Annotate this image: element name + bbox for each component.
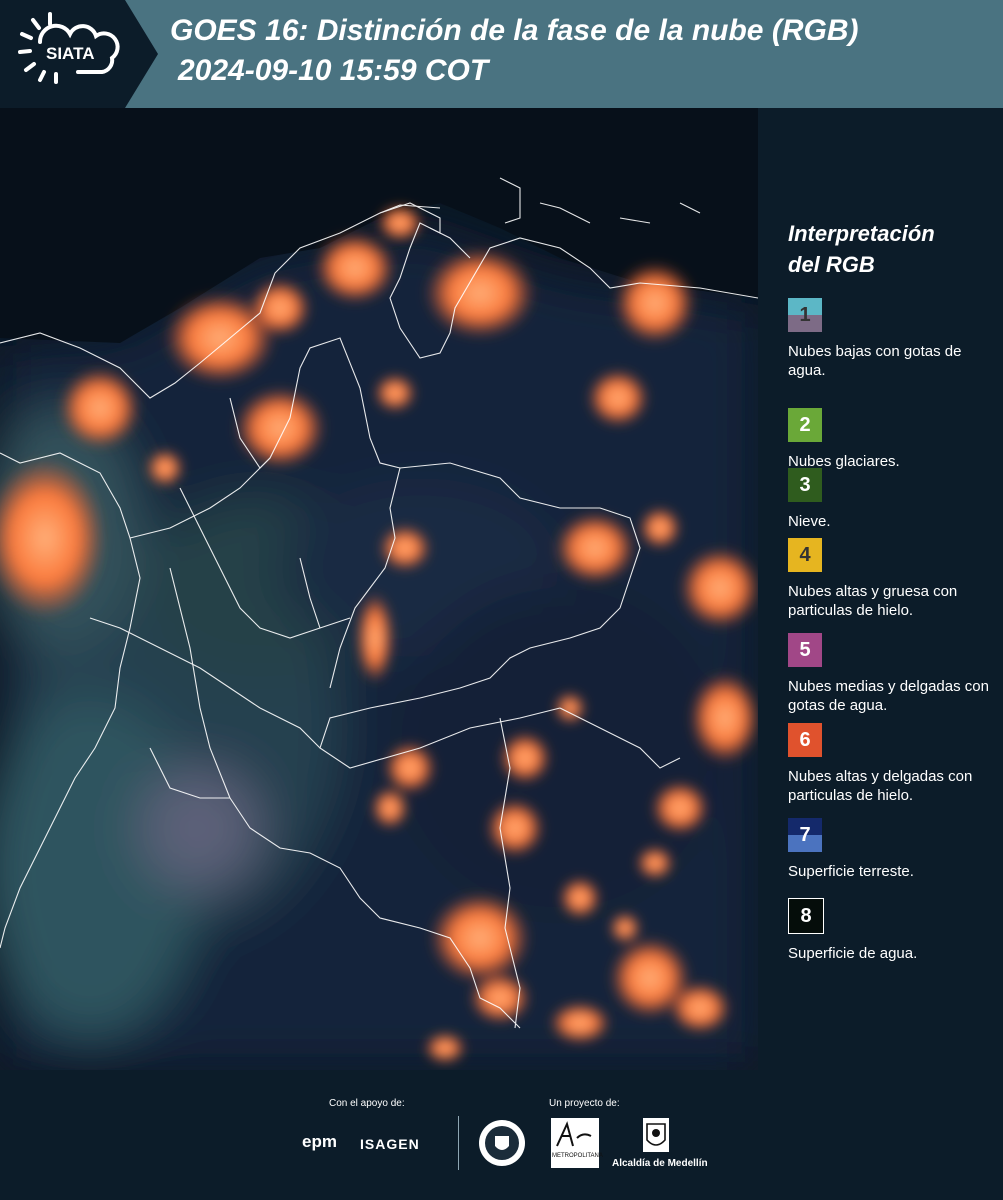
- epm-logo: epm: [302, 1132, 337, 1151]
- page-timestamp: 2024-09-10 15:59 COT: [178, 54, 489, 87]
- legend-number: 6: [799, 729, 811, 751]
- legend-label: Nubes altas y delgadas con particulas de…: [788, 768, 973, 804]
- legend-panel: Interpretación del RGB 1 Nubes bajas con …: [760, 108, 1003, 1070]
- legend-item: 1 Nubes bajas con gotas de agua.: [788, 298, 1003, 380]
- legend-label: Superficie terreste.: [788, 863, 914, 880]
- legend-swatch: 8: [788, 898, 824, 934]
- legend-label: Nubes bajas con gotas de agua.: [788, 343, 962, 379]
- legend-item: 7 Superficie terreste.: [788, 818, 1003, 881]
- legend-number: 2: [799, 414, 811, 436]
- isagen-logo: ISAGEN: [360, 1136, 420, 1152]
- header-bar: SIATA GOES 16: Distinción de la fase de …: [0, 0, 1003, 108]
- legend-item: 8 Superficie de agua.: [788, 898, 1003, 963]
- legend-number: 5: [799, 639, 811, 661]
- legend-swatch: 3: [788, 468, 822, 502]
- legend-swatch: 6: [788, 723, 822, 757]
- alcaldia-label: Alcaldía de Medellín: [612, 1158, 708, 1169]
- legend-swatch: 2: [788, 408, 822, 442]
- legend-number: 7: [799, 824, 811, 846]
- satellite-map: [0, 108, 758, 1070]
- legend-label: Superficie de agua.: [788, 945, 918, 962]
- alcaldia-shield-icon: [643, 1118, 669, 1152]
- legend-swatch: 7: [788, 818, 822, 852]
- legend-number: 4: [799, 544, 811, 566]
- legend-item: 2 Nubes glaciares.: [788, 408, 1003, 471]
- legend-title: Interpretación del RGB: [788, 221, 935, 277]
- legend-swatch: 1: [788, 298, 822, 332]
- legend-label: Nubes altas y gruesa con particulas de h…: [788, 583, 958, 619]
- legend-item: 4 Nubes altas y gruesa con particulas de …: [788, 538, 1003, 620]
- legend-label: Nubes medias y delgadas con gotas de agu…: [788, 678, 989, 714]
- footer-divider: [458, 1116, 459, 1170]
- page-title: GOES 16: Distinción de la fase de la nub…: [170, 14, 859, 47]
- legend-item: 5 Nubes medias y delgadas con gotas de ag…: [788, 633, 1003, 715]
- legend-number: 8: [800, 905, 812, 927]
- legend-swatch: 4: [788, 538, 822, 572]
- legend-swatch: 5: [788, 633, 822, 667]
- legend-number: 1: [799, 304, 811, 326]
- project-label: Un proyecto de:: [549, 1098, 620, 1109]
- logo-text: SIATA: [46, 44, 95, 63]
- footer: Con el apoyo de: Un proyecto de: epm ISA…: [0, 1070, 1003, 1200]
- siata-logo: SIATA: [0, 0, 158, 108]
- legend-item: 3 Nieve.: [788, 468, 1003, 531]
- support-label: Con el apoyo de:: [329, 1098, 405, 1109]
- area-metropolitana-logo: METROPOLITANA: [551, 1118, 603, 1168]
- legend-label: Nieve.: [788, 513, 831, 530]
- legend-item: 6 Nubes altas y delgadas con particulas d…: [788, 723, 1003, 805]
- medellin-seal-icon: [477, 1118, 527, 1168]
- legend-number: 3: [799, 474, 811, 496]
